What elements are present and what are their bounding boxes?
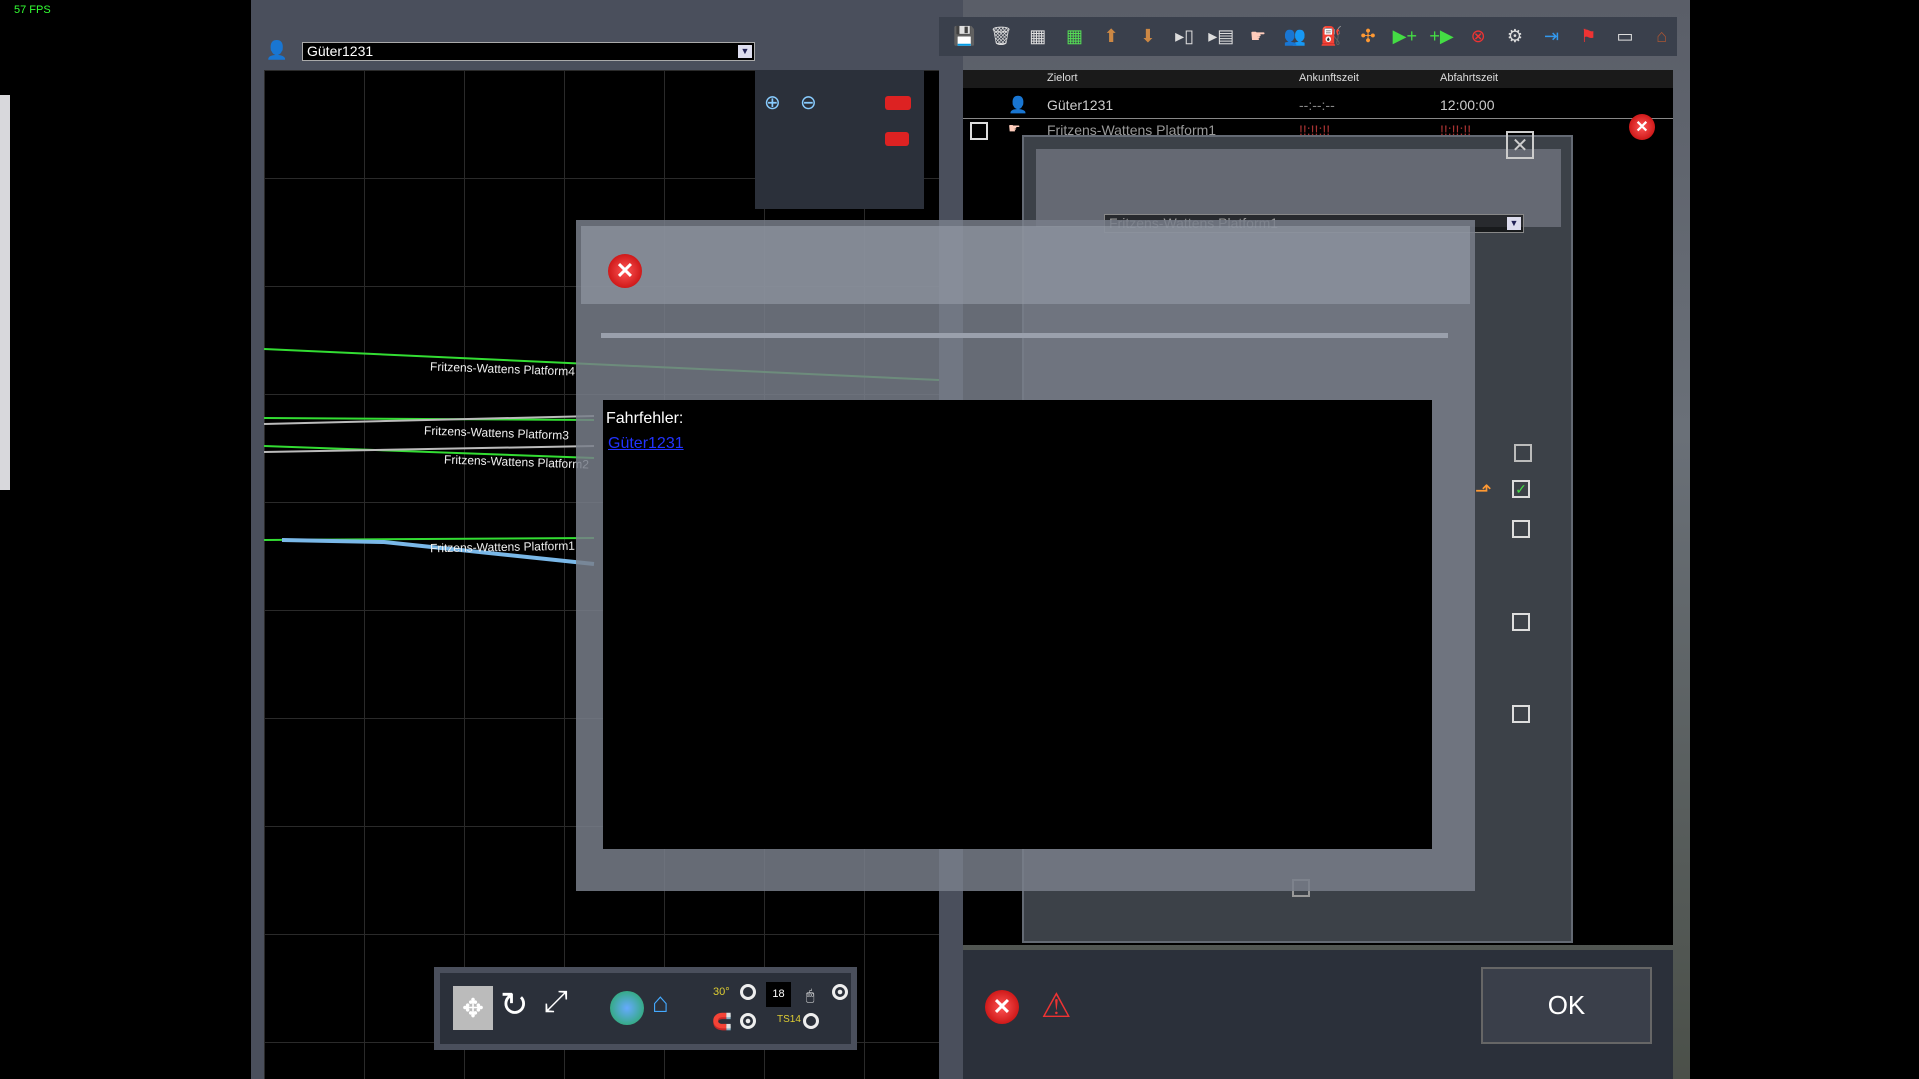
- zoom-out-icon[interactable]: ⊖: [800, 90, 817, 115]
- add-after-icon[interactable]: +▶: [1426, 23, 1457, 51]
- checkbox[interactable]: [1512, 613, 1530, 631]
- enter-icon[interactable]: ⇥: [1536, 23, 1567, 51]
- grid-icon[interactable]: ▦: [1022, 23, 1053, 51]
- arrow-up-icon[interactable]: ⬏: [1475, 478, 1492, 503]
- pointer-hand-icon: ☛: [1008, 120, 1021, 136]
- warning-icon[interactable]: ⚠: [1041, 986, 1071, 1026]
- row-zielort: Güter1231: [1047, 97, 1114, 113]
- fit-view-icon[interactable]: ✥: [453, 986, 493, 1030]
- mouse-icon: 🖱: [806, 987, 815, 1003]
- pointer-hand-icon[interactable]: ☛: [1243, 23, 1274, 51]
- eraser-icon[interactable]: [885, 96, 911, 110]
- error-link[interactable]: Güter1231: [608, 435, 684, 453]
- error-icon: ✕: [608, 254, 642, 288]
- display-icon[interactable]: ▭: [1610, 23, 1641, 51]
- platform-label: Fritzens-Wattens Platform1: [429, 538, 576, 556]
- angle-icon[interactable]: 30°: [713, 986, 730, 998]
- row-checkbox[interactable]: [970, 122, 988, 140]
- error-heading: Fahrfehler:: [606, 410, 684, 427]
- magnet-icon[interactable]: 🧲: [712, 1012, 732, 1032]
- expand-icon[interactable]: ⤢: [544, 985, 568, 1019]
- zoom-panel: ⊕ ⊖: [755, 70, 924, 209]
- table-row[interactable]: 👤 Güter1231 --:--:-- 12:00:00: [963, 95, 1673, 117]
- train-selector-value: Güter1231: [307, 43, 374, 59]
- globe-icon[interactable]: [610, 991, 644, 1025]
- eraser-edit-icon[interactable]: [885, 132, 909, 146]
- settings-icon[interactable]: ⚙: [1500, 23, 1531, 51]
- home-icon[interactable]: ⌂: [652, 987, 669, 1019]
- timetable-header: Zielort Ankunftszeit Abfahrtszeit: [963, 70, 1673, 88]
- grid-green-icon[interactable]: ▦: [1059, 23, 1090, 51]
- driver-icon: 👤: [1008, 97, 1028, 114]
- move-up-icon[interactable]: ⬆: [1096, 23, 1127, 51]
- col-ankunftszeit[interactable]: Ankunftszeit: [1299, 72, 1359, 84]
- flag-icon[interactable]: ⚑: [1573, 23, 1604, 51]
- move-down-icon[interactable]: ⬇: [1133, 23, 1164, 51]
- col-zielort[interactable]: Zielort: [1047, 72, 1078, 84]
- error-icon[interactable]: ✕: [985, 990, 1019, 1024]
- checkbox-checked[interactable]: ✓: [1512, 480, 1530, 498]
- error-content: Fahrfehler: Güter1231: [603, 400, 1432, 849]
- col-abfahrtszeit[interactable]: Abfahrtszeit: [1440, 72, 1498, 84]
- insert-before-icon[interactable]: ▸▯: [1169, 23, 1200, 51]
- dialog-header: ✕: [581, 226, 1470, 304]
- zoom-in-icon[interactable]: ⊕: [764, 90, 781, 115]
- train-selector[interactable]: Güter1231 ▼: [302, 42, 755, 61]
- couple-icon[interactable]: ✣: [1353, 23, 1384, 51]
- trash-icon[interactable]: 🗑: [986, 23, 1017, 51]
- radio[interactable]: [803, 1013, 819, 1029]
- row-divider: [963, 118, 1673, 119]
- chevron-down-icon[interactable]: ▼: [738, 45, 752, 58]
- dialog-separator: [601, 333, 1448, 338]
- station-icon[interactable]: ⌂: [1646, 23, 1677, 51]
- close-icon[interactable]: ✕: [1506, 131, 1534, 159]
- scrollbar[interactable]: [0, 95, 10, 490]
- ok-button[interactable]: OK: [1481, 967, 1652, 1044]
- radio-selected[interactable]: [740, 1013, 756, 1029]
- chevron-down-icon[interactable]: ▼: [1507, 217, 1521, 230]
- passengers-icon[interactable]: 👥: [1279, 23, 1310, 51]
- map-controls: ✥ ↻ ⤢ ⌂ 30° 18 🖱 🧲 TS14: [434, 967, 857, 1050]
- checkbox[interactable]: [1514, 444, 1532, 462]
- refuel-icon[interactable]: ⛽: [1316, 23, 1347, 51]
- timetable-toolbar: 💾 🗑 ▦ ▦ ⬆ ⬇ ▸▯ ▸▤ ☛ 👥 ⛽ ✣ ▶+ +▶ ⊗ ⚙ ⇥ ⚑ …: [939, 17, 1677, 56]
- save-icon[interactable]: 💾: [949, 23, 980, 51]
- rotate-icon[interactable]: ↻: [500, 985, 529, 1025]
- delete-icon[interactable]: ✕: [1629, 114, 1655, 140]
- insert-after-icon[interactable]: ▸▤: [1206, 23, 1237, 51]
- fps-counter: 57 FPS: [14, 4, 51, 16]
- driver-icon: 👤: [265, 39, 289, 60]
- checkbox[interactable]: [1512, 705, 1530, 723]
- add-instruction-icon[interactable]: ▶+: [1389, 23, 1420, 51]
- radio[interactable]: [740, 984, 756, 1000]
- radio-selected[interactable]: [832, 984, 848, 1000]
- ts-axis-icon[interactable]: TS14: [777, 1014, 801, 1025]
- counter-value[interactable]: 18: [766, 982, 791, 1007]
- checkbox[interactable]: [1512, 520, 1530, 538]
- row-ankunft: --:--:--: [1299, 97, 1335, 113]
- row-abfahrt: 12:00:00: [1440, 97, 1495, 113]
- delete-instruction-icon[interactable]: ⊗: [1463, 23, 1494, 51]
